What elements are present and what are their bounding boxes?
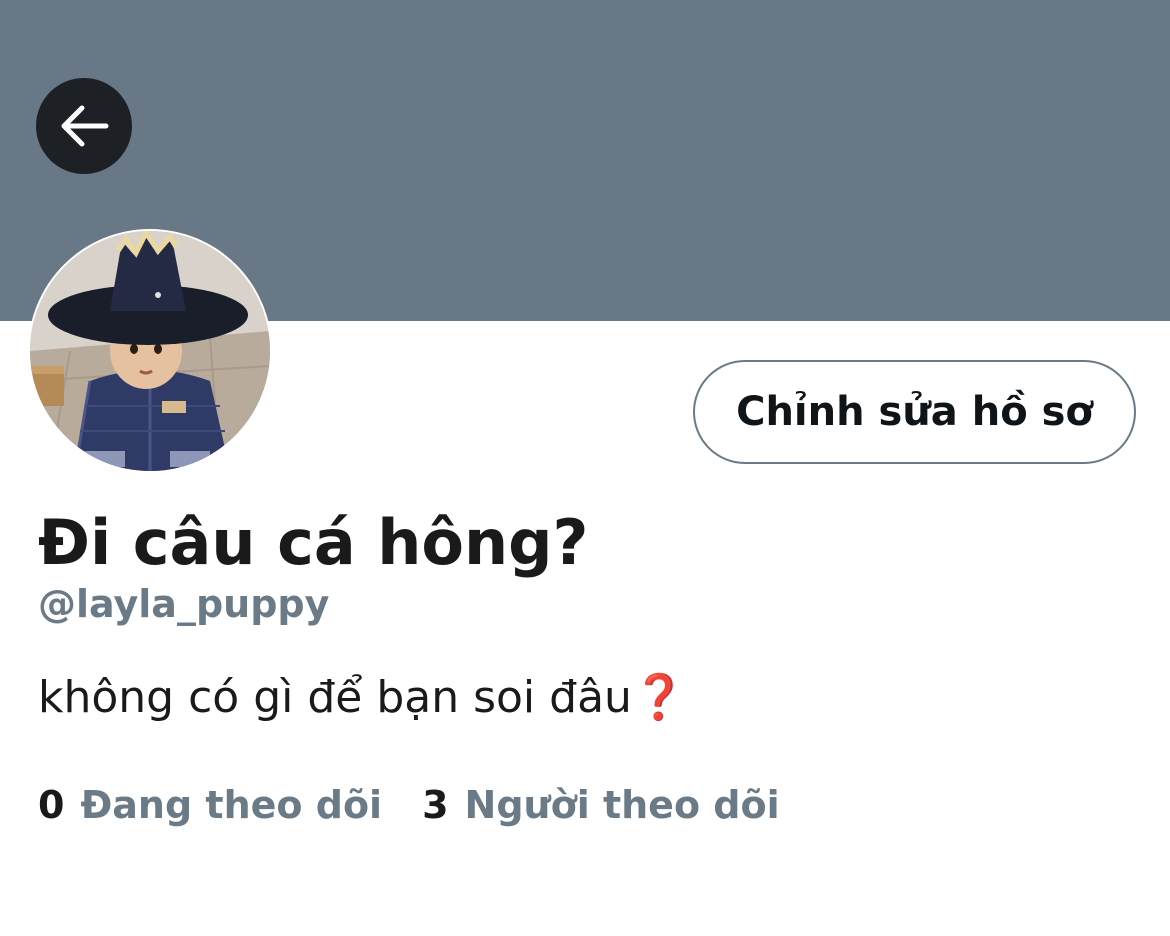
- back-button[interactable]: [36, 78, 132, 174]
- followers-link[interactable]: 3 Người theo dõi: [422, 780, 780, 830]
- display-name: Đi câu cá hông?: [38, 506, 589, 579]
- follow-stats: 0 Đang theo dõi 3 Người theo dõi: [38, 780, 780, 830]
- following-label: Đang theo dõi: [80, 783, 383, 827]
- bio-text: không có gì để bạn soi đâu: [38, 672, 632, 723]
- avatar-photo: [30, 231, 270, 471]
- followers-count: 3: [422, 783, 449, 827]
- following-count: 0: [38, 783, 65, 827]
- following-link[interactable]: 0 Đang theo dõi: [38, 780, 382, 830]
- username-handle: @layla_puppy: [38, 582, 330, 626]
- question-mark-emoji: ❓: [631, 672, 687, 723]
- profile-page: Chỉnh sửa hồ sơ Đi câu cá hông? @layla_p…: [0, 0, 1170, 936]
- edit-profile-button[interactable]: Chỉnh sửa hồ sơ: [693, 360, 1136, 464]
- arrow-left-icon: [61, 105, 109, 147]
- avatar[interactable]: [28, 229, 272, 473]
- followers-label: Người theo dõi: [464, 783, 780, 827]
- bio: không có gì để bạn soi đâu❓: [38, 670, 687, 726]
